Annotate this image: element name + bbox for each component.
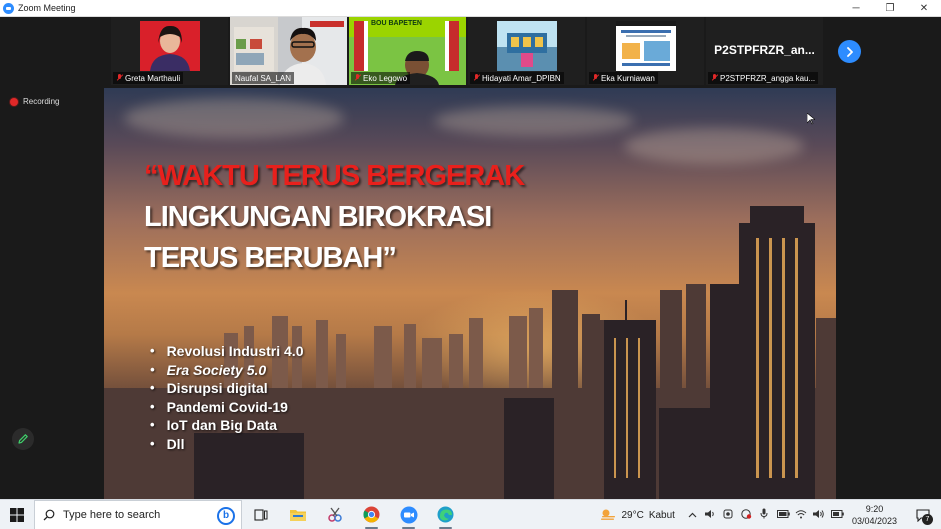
participant-name-label: Naufal SA_LAN	[232, 72, 295, 84]
recording-label: Recording	[23, 97, 60, 106]
system-tray: 29°C Kabut 9:20 03/04/2023 7	[600, 500, 941, 529]
title-bar: Zoom Meeting ─ ❐ ✕	[0, 0, 941, 17]
edge-button[interactable]	[427, 500, 464, 529]
battery-icon[interactable]	[776, 509, 790, 521]
quote-line-3: TERUS BERUBAH”	[144, 242, 397, 274]
pencil-icon	[18, 434, 28, 444]
mic-muted-icon	[711, 74, 718, 82]
taskbar-search[interactable]: b	[34, 499, 242, 529]
chrome-button[interactable]	[353, 500, 390, 529]
annotate-button[interactable]	[12, 428, 34, 450]
participant-name-label: Hidayati Amar_DPIBN	[470, 72, 564, 84]
bullet-item: Dll	[150, 435, 304, 454]
zoom-app-icon	[400, 506, 417, 523]
next-page-button[interactable]	[838, 40, 861, 63]
volume-icon[interactable]	[812, 509, 824, 522]
file-explorer-button[interactable]	[279, 500, 316, 529]
bing-icon[interactable]: b	[217, 506, 235, 525]
wifi-icon[interactable]	[795, 509, 807, 522]
meeting-area: Greta Marthauli Naufal SA_LAN BOU BAPETE…	[0, 17, 941, 499]
task-view-button[interactable]	[242, 500, 279, 529]
mic-muted-icon	[473, 74, 480, 82]
weather-widget[interactable]: 29°C Kabut	[600, 508, 675, 522]
windows-taskbar: b	[0, 499, 941, 529]
window-title: Zoom Meeting	[18, 3, 76, 13]
security-shield-icon[interactable]	[741, 508, 752, 522]
chevron-up-icon[interactable]	[687, 510, 698, 521]
haze-weather-icon	[601, 509, 616, 520]
minimize-button[interactable]: ─	[839, 0, 873, 17]
recording-dot-icon	[10, 97, 18, 106]
speaker-icon[interactable]	[704, 509, 716, 522]
snipping-tool-icon	[327, 507, 342, 522]
participant-name-label: Greta Marthauli	[113, 72, 184, 84]
mic-muted-icon	[592, 74, 599, 82]
tray-icons	[687, 508, 844, 522]
participant-tile-active-speaker[interactable]: Naufal SA_LAN	[230, 17, 347, 85]
zoom-window: Zoom Meeting ─ ❐ ✕ Greta Marthauli Naufa…	[0, 0, 941, 529]
participant-strip: Greta Marthauli Naufal SA_LAN BOU BAPETE…	[111, 17, 823, 85]
bullet-item: Revolusi Industri 4.0	[150, 342, 304, 361]
participant-video	[615, 21, 676, 71]
slide-bullet-list: Revolusi Industri 4.0 Era Society 5.0 Di…	[150, 342, 304, 453]
quote-line-1: “WAKTU TERUS BERGERAK	[144, 160, 525, 192]
microphone-icon[interactable]	[759, 508, 770, 522]
chrome-icon	[363, 506, 380, 523]
bullet-item: Disrupsi digital	[150, 379, 304, 398]
recording-indicator[interactable]: Recording	[10, 97, 59, 106]
clock-date: 03/04/2023	[851, 516, 897, 526]
bullet-item: IoT dan Big Data	[150, 416, 304, 435]
participant-display-name: P2STPFRZR_an...	[714, 43, 815, 57]
participant-video	[139, 21, 200, 71]
restore-button[interactable]: ❐	[873, 0, 907, 17]
window-controls: ─ ❐ ✕	[839, 0, 941, 17]
participant-tile[interactable]: Greta Marthauli	[111, 17, 228, 85]
camera-icon[interactable]	[723, 509, 734, 522]
shared-screen-slide: “WAKTU TERUS BERGERAK LINGKUNGAN BIROKRA…	[104, 88, 836, 499]
participant-name-label: Eka Kurniawan	[589, 72, 658, 84]
slide-quote: “WAKTU TERUS BERGERAK LINGKUNGAN BIROKRA…	[144, 156, 525, 279]
taskbar-battery-icon[interactable]	[830, 509, 844, 521]
weather-temp: 29°C	[621, 509, 644, 521]
bullet-item: Pandemi Covid-19	[150, 398, 304, 417]
zoom-logo-icon	[3, 2, 14, 14]
participant-name-label: P2STPFRZR_angga kau...	[708, 72, 819, 84]
snipping-tool-button[interactable]	[316, 500, 353, 529]
taskbar-clock[interactable]: 9:20 03/04/2023	[852, 503, 897, 527]
notification-count-badge: 7	[922, 514, 933, 525]
weather-condition: Kabut	[648, 509, 675, 521]
bullet-item: Era Society 5.0	[150, 361, 304, 380]
banner-text: BOU BAPETEN	[371, 20, 422, 27]
participant-tile[interactable]: Hidayati Amar_DPIBN	[468, 17, 585, 85]
edge-icon	[437, 506, 454, 523]
notification-center-button[interactable]: 7	[911, 500, 935, 529]
participant-tile[interactable]: BOU BAPETEN Eko Legowo	[349, 17, 466, 85]
start-button[interactable]	[0, 500, 34, 529]
participant-video	[496, 21, 557, 71]
mic-muted-icon	[354, 74, 361, 82]
close-button[interactable]: ✕	[907, 0, 941, 17]
participant-tile[interactable]: P2STPFRZR_an... P2STPFRZR_angga kau...	[706, 17, 823, 85]
zoom-app-button[interactable]	[390, 500, 427, 529]
participant-name-label: Eko Legowo	[351, 72, 411, 84]
task-view-icon	[253, 508, 267, 521]
mouse-pointer-icon	[807, 113, 815, 125]
clock-time: 9:20	[865, 504, 884, 514]
search-icon	[43, 509, 55, 520]
mic-muted-icon	[116, 74, 123, 82]
participant-tile[interactable]: Eka Kurniawan	[587, 17, 704, 85]
quote-line-2: LINGKUNGAN BIROKRASI	[144, 201, 492, 233]
chevron-right-icon	[846, 46, 853, 57]
folder-icon	[289, 510, 306, 521]
windows-logo-icon	[10, 507, 24, 522]
search-input[interactable]	[63, 508, 213, 521]
